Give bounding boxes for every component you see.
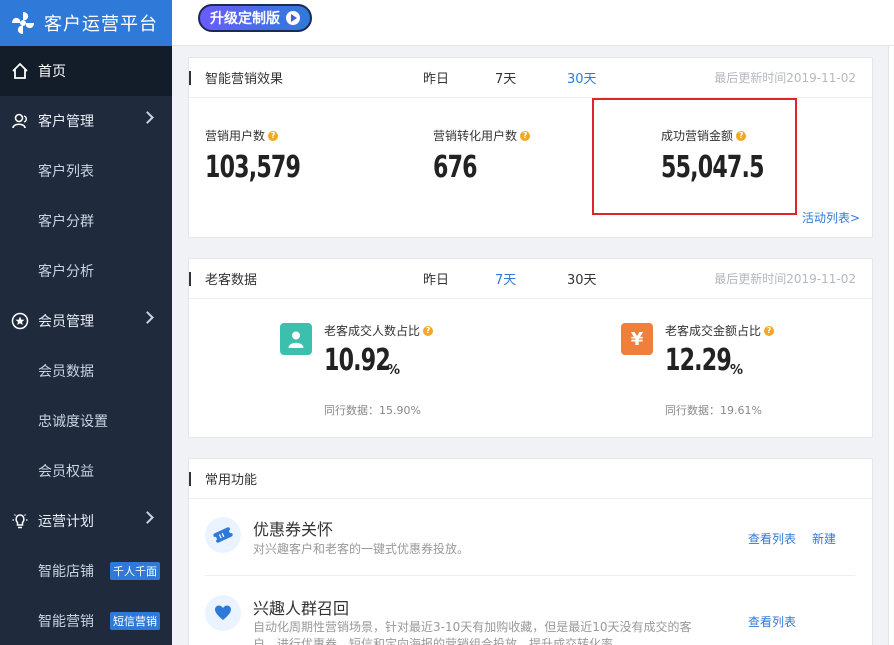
feature-tag: 千人千面 bbox=[110, 562, 160, 580]
logo-icon bbox=[12, 12, 34, 34]
home-icon bbox=[10, 61, 30, 81]
sidebar-item-customer-list[interactable]: 客户列表 bbox=[0, 146, 172, 196]
metric-label-text: 老客成交金额占比 bbox=[665, 324, 762, 338]
chevron-right-icon bbox=[141, 111, 154, 124]
right-panel-edge bbox=[888, 46, 894, 645]
highlight-annotation bbox=[592, 98, 797, 215]
view-list-link[interactable]: 查看列表 bbox=[748, 613, 796, 630]
metric-value: 103,579 bbox=[205, 150, 301, 185]
sidebar-item-home[interactable]: 首页 bbox=[0, 46, 172, 96]
sidebar-item-smart-shop[interactable]: 智能店铺 千人千面 bbox=[0, 546, 172, 596]
sidebar-item-label: 忠诚度设置 bbox=[38, 414, 108, 430]
sidebar-item-label: 会员权益 bbox=[38, 464, 94, 480]
period-30-days[interactable]: 30天 bbox=[567, 68, 597, 87]
function-item[interactable]: 优惠券关怀 对兴趣客户和老客的一键式优惠券投放。 查看列表 新建 bbox=[205, 517, 855, 577]
upgrade-label: 升级定制版 bbox=[210, 11, 280, 27]
metric-label-text: 老客成交人数占比 bbox=[324, 324, 421, 338]
period-yesterday[interactable]: 昨日 bbox=[423, 68, 449, 87]
period-7-days[interactable]: 7天 bbox=[495, 269, 516, 288]
users-icon bbox=[10, 111, 30, 131]
metric-label-text: 营销转化用户数 bbox=[433, 129, 518, 143]
activity-list-link[interactable]: 活动列表> bbox=[802, 209, 860, 226]
card-header: 常用功能 bbox=[189, 459, 872, 499]
percent-unit: % bbox=[387, 363, 401, 378]
old-customer-card: 老客数据 昨日 7天 30天 最后更新时间2019-11-02 老客成交人数占比… bbox=[188, 258, 873, 438]
sidebar-item-member-data[interactable]: 会员数据 bbox=[0, 346, 172, 396]
help-icon[interactable]: ? bbox=[268, 130, 279, 141]
sidebar-item-label: 客户分析 bbox=[38, 264, 94, 280]
common-functions-card: 常用功能 优惠券关怀 对兴趣客户和老客的一键式优惠券投放。 查看列表 新建 兴趣… bbox=[188, 458, 873, 645]
sidebar-item-smart-marketing[interactable]: 智能营销 短信营销 bbox=[0, 596, 172, 645]
card-header: 老客数据 昨日 7天 30天 最后更新时间2019-11-02 bbox=[189, 259, 872, 299]
last-updated: 最后更新时间2019-11-02 bbox=[714, 71, 856, 85]
chevron-right-icon bbox=[141, 311, 154, 324]
sidebar-item-customer-analysis[interactable]: 客户分析 bbox=[0, 246, 172, 296]
function-title: 优惠券关怀 bbox=[253, 520, 334, 539]
period-7-days[interactable]: 7天 bbox=[495, 68, 516, 87]
sidebar-item-customer-management[interactable]: 客户管理 bbox=[0, 96, 172, 146]
metric-value: 10.92 bbox=[324, 343, 391, 378]
sidebar-item-label: 客户分群 bbox=[38, 214, 94, 230]
star-badge-icon bbox=[10, 311, 30, 331]
sidebar-item-label: 智能营销 bbox=[38, 614, 94, 630]
card-title: 老客数据 bbox=[205, 273, 258, 288]
sidebar-item-label: 会员数据 bbox=[38, 364, 94, 380]
period-yesterday[interactable]: 昨日 bbox=[423, 269, 449, 288]
sidebar-item-label: 客户列表 bbox=[38, 164, 94, 180]
sidebar-item-label: 客户管理 bbox=[38, 114, 94, 130]
help-icon[interactable]: ? bbox=[764, 325, 775, 336]
sidebar-item-loyalty-settings[interactable]: 忠诚度设置 bbox=[0, 396, 172, 446]
yuan-icon: ¥ bbox=[621, 323, 653, 355]
help-icon[interactable]: ? bbox=[520, 130, 531, 141]
divider bbox=[205, 575, 855, 576]
create-new-link[interactable]: 新建 bbox=[812, 530, 836, 547]
metric-value: 12.29 bbox=[665, 343, 732, 378]
sidebar-item-label: 首页 bbox=[38, 64, 66, 80]
top-bar: 客户运营平台 升级定制版 bbox=[0, 0, 894, 46]
card-title: 智能营销效果 bbox=[205, 72, 284, 87]
upgrade-button[interactable]: 升级定制版 bbox=[198, 4, 312, 32]
sidebar-item-member-management[interactable]: 会员管理 bbox=[0, 296, 172, 346]
sidebar-item-operation-plan[interactable]: 运营计划 bbox=[0, 496, 172, 546]
bulb-icon bbox=[10, 511, 30, 531]
sidebar-item-label: 会员管理 bbox=[38, 314, 94, 330]
function-item[interactable]: 兴趣人群召回 自动化周期性营销场景，针对最近3-10天有加购收藏，但是最近10天… bbox=[205, 595, 855, 645]
sidebar-item-label: 智能店铺 bbox=[38, 564, 94, 580]
card-title: 常用功能 bbox=[205, 473, 258, 488]
metric-label: 老客成交人数占比? bbox=[324, 322, 434, 339]
metric-label: 营销转化用户数? bbox=[433, 127, 531, 144]
period-30-days[interactable]: 30天 bbox=[567, 269, 597, 288]
last-updated: 最后更新时间2019-11-02 bbox=[714, 272, 856, 286]
coupon-icon bbox=[205, 517, 241, 553]
function-description: 自动化周期性营销场景，针对最近3-10天有加购收藏，但是最近10天没有成交的客户… bbox=[253, 620, 692, 645]
metric-label: 营销用户数? bbox=[205, 127, 279, 144]
heart-icon bbox=[205, 595, 241, 631]
metric-value: 676 bbox=[433, 150, 478, 185]
brand[interactable]: 客户运营平台 bbox=[0, 0, 172, 46]
metric-label: 老客成交金额占比? bbox=[665, 322, 775, 339]
chevron-right-icon bbox=[141, 511, 154, 524]
sidebar-item-customer-segments[interactable]: 客户分群 bbox=[0, 196, 172, 246]
app-title: 客户运营平台 bbox=[44, 14, 158, 34]
view-list-link[interactable]: 查看列表 bbox=[748, 530, 796, 547]
play-icon bbox=[286, 11, 300, 25]
peer-data: 同行数据：19.61% bbox=[665, 404, 762, 417]
function-title: 兴趣人群召回 bbox=[253, 599, 350, 618]
sidebar: 首页 客户管理 客户列表 客户分群 客户分析 会员管理 会员数据 忠诚度设置 会… bbox=[0, 46, 172, 645]
function-description: 对兴趣客户和老客的一键式优惠券投放。 bbox=[253, 542, 470, 556]
sidebar-item-label: 运营计划 bbox=[38, 514, 94, 530]
percent-unit: % bbox=[730, 363, 744, 378]
metric-label-text: 营销用户数 bbox=[205, 129, 266, 143]
help-icon[interactable]: ? bbox=[423, 325, 434, 336]
sidebar-item-member-benefits[interactable]: 会员权益 bbox=[0, 446, 172, 496]
peer-data: 同行数据：15.90% bbox=[324, 404, 421, 417]
feature-tag: 短信营销 bbox=[110, 612, 160, 630]
person-icon bbox=[280, 323, 312, 355]
card-header: 智能营销效果 昨日 7天 30天 最后更新时间2019-11-02 bbox=[189, 58, 872, 98]
